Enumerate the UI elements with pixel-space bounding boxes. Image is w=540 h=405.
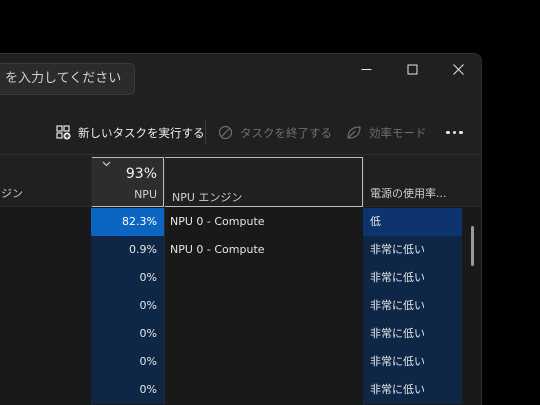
- npu-usage-cell: 0%: [91, 320, 164, 348]
- new-task-icon: [56, 125, 71, 140]
- column-header-npu[interactable]: 93% NPU: [91, 157, 164, 207]
- toolbar: 新しいタスクを実行する タスクを終了する 効率モード: [0, 110, 481, 155]
- efficiency-mode-label: 効率モード: [369, 125, 427, 140]
- more-dot-icon: [452, 130, 456, 135]
- column-header-name[interactable]: ンジン: [0, 185, 23, 201]
- power-usage-cell: 非常に低い: [363, 236, 462, 264]
- power-usage-cell: 非常に低い: [363, 264, 462, 292]
- chevron-down-icon: [102, 161, 111, 167]
- end-task-icon: [218, 125, 233, 140]
- power-usage-cell: 低: [363, 208, 462, 236]
- npu-total-percent: 93%: [125, 166, 157, 182]
- more-dot-icon: [459, 130, 463, 135]
- more-options-button[interactable]: [446, 110, 463, 155]
- power-usage-cell: 非常に低い: [363, 292, 462, 320]
- table-row[interactable]: 0% 非常に低い: [0, 348, 481, 376]
- table-row[interactable]: 82.3% NPU 0 - Compute 低: [0, 208, 481, 236]
- minimize-button[interactable]: [343, 54, 389, 84]
- npu-usage-cell: 82.3%: [91, 208, 164, 236]
- close-button[interactable]: [435, 54, 481, 84]
- table-row[interactable]: 0% 非常に低い: [0, 376, 481, 404]
- maximize-icon: [407, 64, 417, 74]
- table-row[interactable]: 0% 非常に低い: [0, 320, 481, 348]
- search-input[interactable]: を入力してください: [0, 63, 135, 95]
- column-header-npu-engine[interactable]: NPU エンジン: [164, 157, 363, 207]
- table-header: ンジン 93% NPU NPU エンジン 電源の使用率...: [0, 155, 481, 207]
- more-dot-icon: [446, 130, 450, 135]
- power-usage-cell: 非常に低い: [363, 320, 462, 348]
- npu-usage-cell: 0%: [91, 348, 164, 376]
- run-new-task-label: 新しいタスクを実行する: [78, 125, 205, 140]
- title-bar: を入力してください: [0, 54, 481, 110]
- npu-usage-cell: 0.9%: [91, 236, 164, 264]
- end-task-label: タスクを終了する: [240, 125, 332, 140]
- maximize-button[interactable]: [389, 54, 435, 84]
- power-usage-cell: 非常に低い: [363, 376, 462, 404]
- minimize-icon: [361, 68, 371, 70]
- close-icon: [452, 63, 464, 75]
- end-task-button[interactable]: タスクを終了する: [218, 110, 332, 155]
- run-new-task-button[interactable]: 新しいタスクを実行する: [56, 110, 205, 155]
- table-row[interactable]: 0% 非常に低い: [0, 292, 481, 320]
- npu-usage-cell: 0%: [91, 376, 164, 404]
- search-placeholder: を入力してください: [5, 71, 122, 86]
- npu-usage-cell: 0%: [91, 292, 164, 320]
- table-row[interactable]: 0.9% NPU 0 - Compute 非常に低い: [0, 236, 481, 264]
- toolbar-separator: [205, 120, 206, 145]
- efficiency-mode-button[interactable]: 効率モード: [346, 110, 427, 155]
- process-table: ンジン 93% NPU NPU エンジン 電源の使用率... 82.3%NPU …: [0, 155, 481, 405]
- npu-engine-cell: NPU 0 - Compute: [170, 243, 265, 256]
- task-manager-window: を入力してください 新しいタスクを実行する タスクを終了する 効率モード ジン …: [0, 53, 482, 405]
- npu-header-label: NPU: [134, 188, 157, 201]
- leaf-icon: [347, 126, 361, 139]
- npu-engine-cell: NPU 0 - Compute: [170, 215, 265, 228]
- npu-usage-cell: 0%: [91, 264, 164, 292]
- power-usage-cell: 非常に低い: [363, 348, 462, 376]
- table-row[interactable]: 0% 非常に低い: [0, 264, 481, 292]
- column-header-power-usage[interactable]: 電源の使用率...: [370, 185, 447, 201]
- vertical-scrollbar[interactable]: [471, 226, 474, 266]
